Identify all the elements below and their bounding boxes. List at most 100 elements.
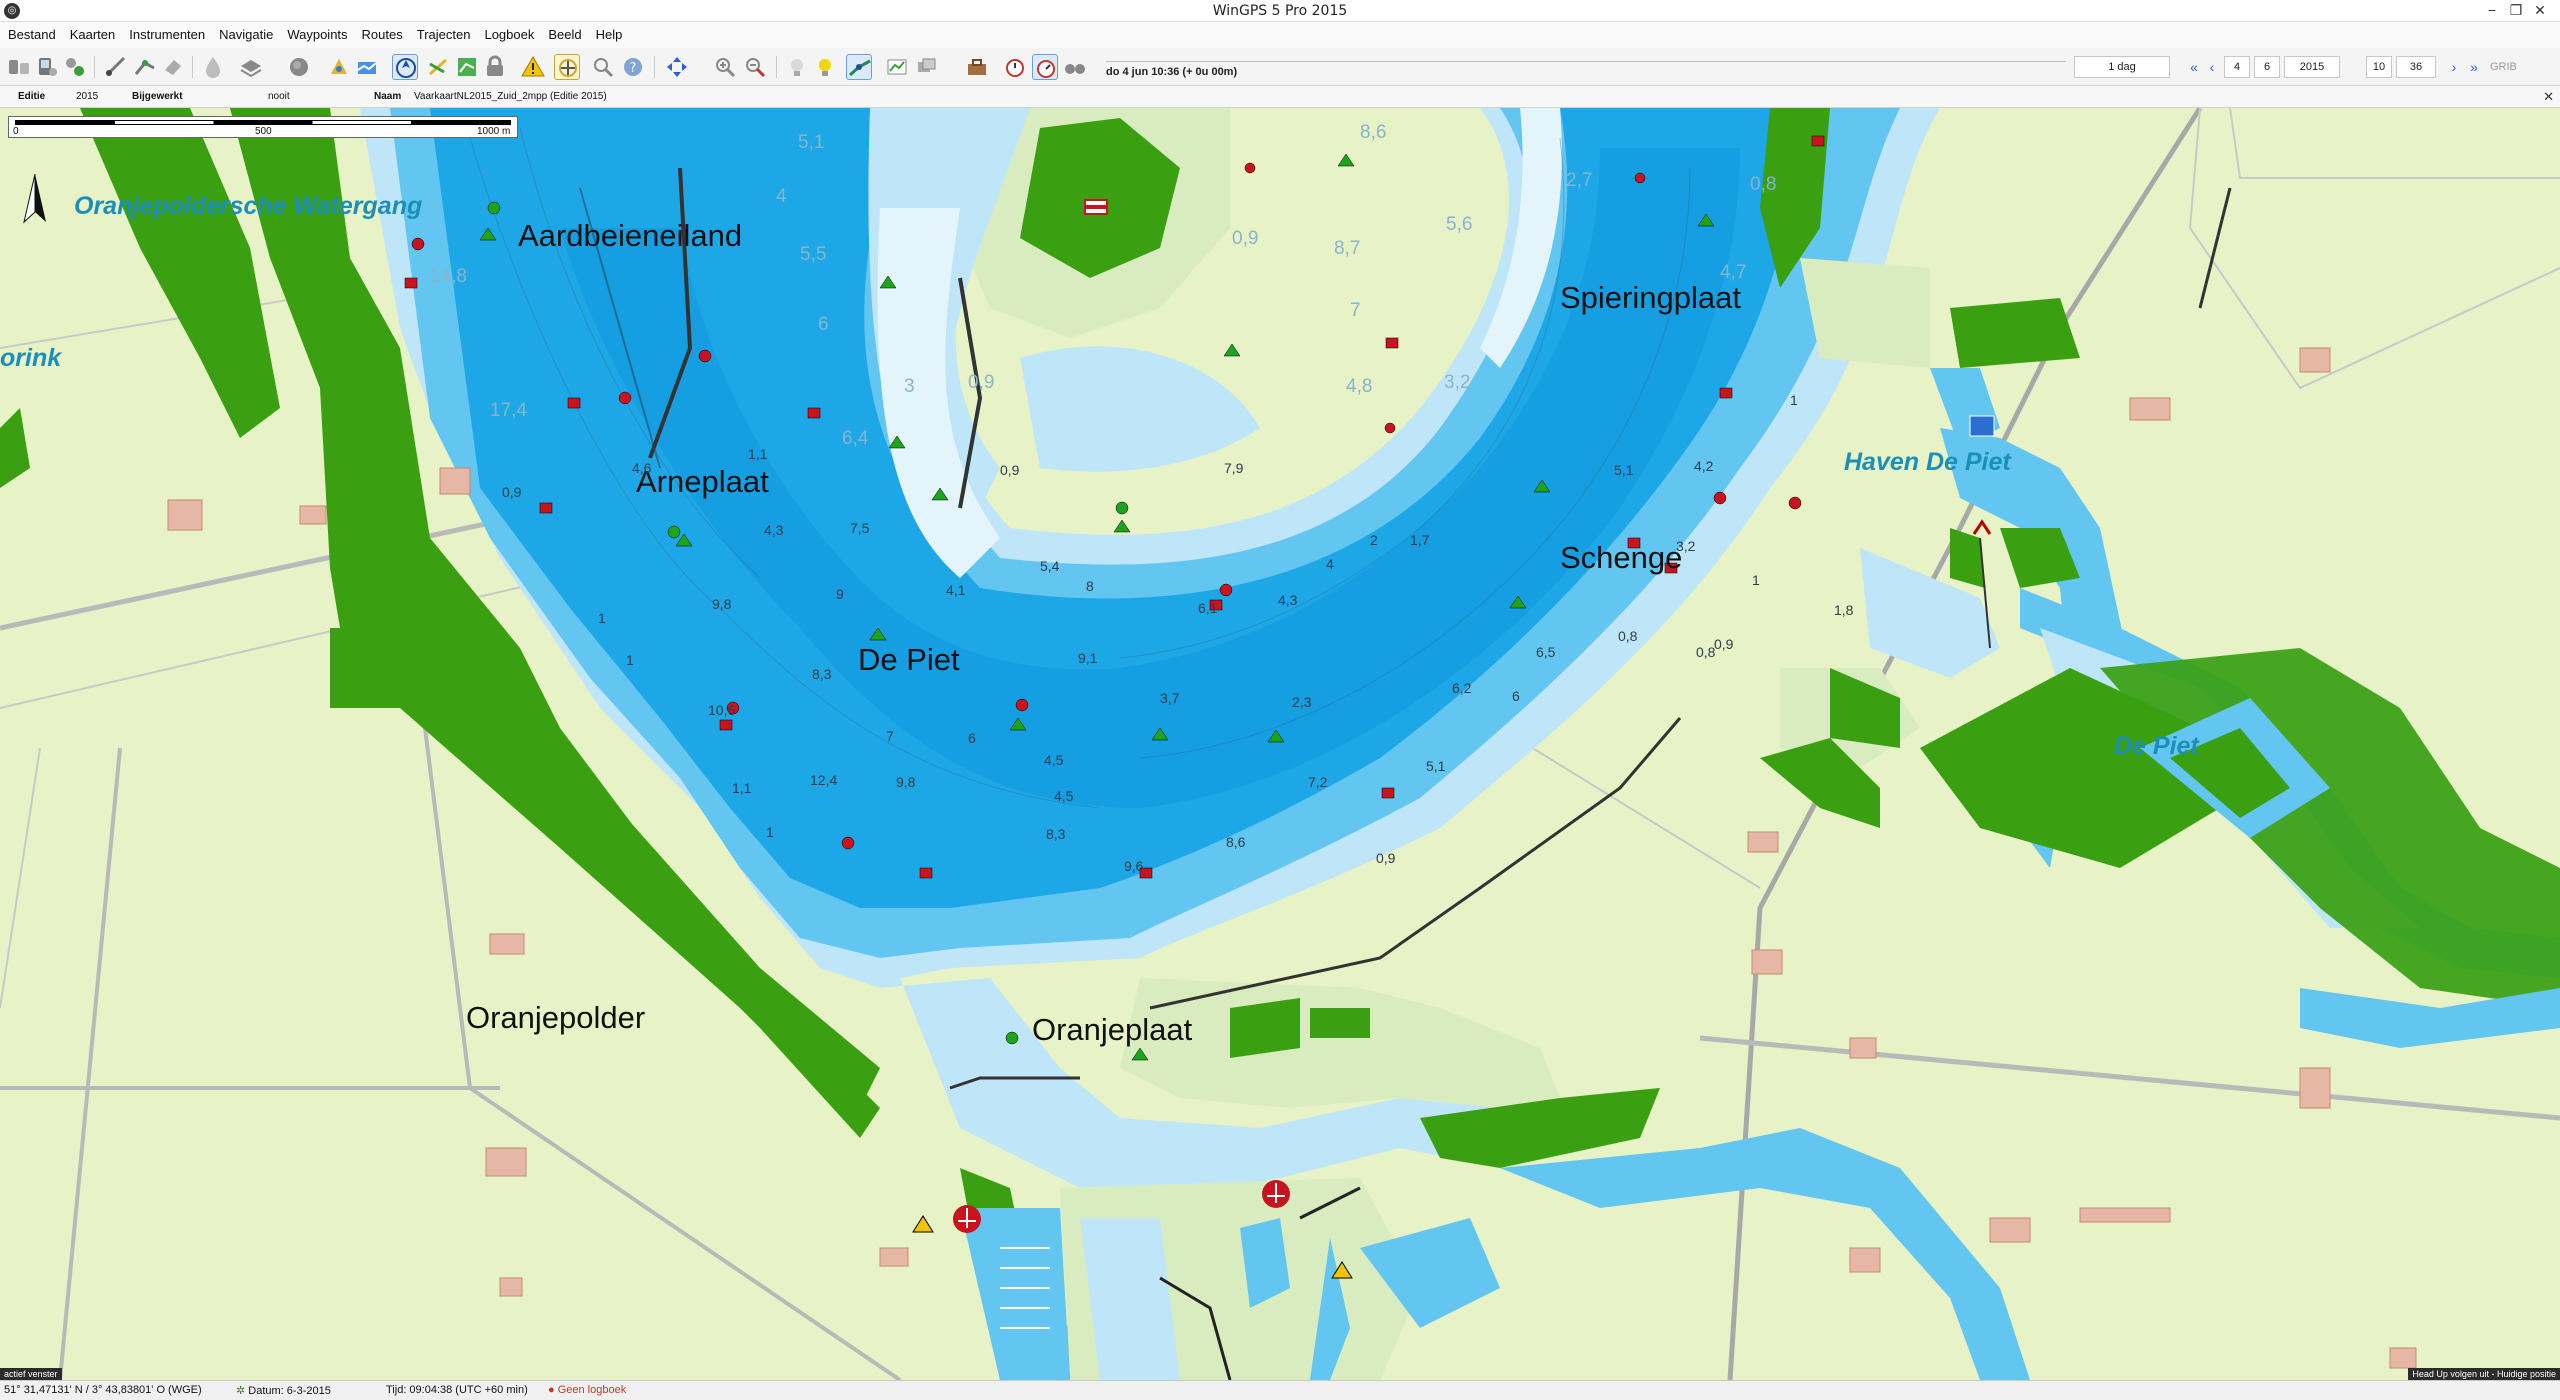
menu-navigatie[interactable]: Navigatie bbox=[212, 22, 280, 48]
route-tool-icon[interactable] bbox=[132, 54, 158, 80]
depth-sounding: 0,8 bbox=[1696, 644, 1716, 660]
search-icon[interactable] bbox=[590, 54, 616, 80]
depth-sounding: 14,8 bbox=[430, 266, 467, 287]
svg-text:?: ? bbox=[630, 61, 637, 76]
charts-icon[interactable] bbox=[238, 54, 264, 80]
light-on-icon[interactable] bbox=[812, 54, 838, 80]
menu-trajecten[interactable]: Trajecten bbox=[410, 22, 478, 48]
month-field[interactable]: 6 bbox=[2254, 56, 2280, 78]
depth-sounding: 4 bbox=[776, 186, 787, 207]
time-slider[interactable] bbox=[1106, 54, 2066, 62]
depth-sounding: 10,6 bbox=[708, 702, 736, 718]
zoom-in-icon[interactable] bbox=[712, 54, 738, 80]
depth-sounding: 5,5 bbox=[800, 244, 827, 265]
lock-icon[interactable] bbox=[482, 54, 508, 80]
depth-sounding: 1,1 bbox=[732, 780, 752, 796]
depth-sounding: 0,9 bbox=[1232, 228, 1259, 249]
scale-mid: 500 bbox=[255, 126, 272, 137]
instruments-icon[interactable] bbox=[6, 54, 32, 80]
graph-icon[interactable] bbox=[884, 54, 910, 80]
depth-sounding: 9,8 bbox=[712, 596, 732, 612]
grib-button[interactable]: GRIB bbox=[2490, 61, 2517, 73]
menu-instrumenten[interactable]: Instrumenten bbox=[122, 22, 212, 48]
depth-sounding: 8,7 bbox=[1334, 238, 1361, 259]
depth-sounding: 9,1 bbox=[1078, 650, 1098, 666]
depth-sounding: 6,1 bbox=[1198, 600, 1218, 616]
toolbox-icon[interactable] bbox=[964, 54, 990, 80]
depth-sounding: 6,2 bbox=[1452, 680, 1472, 696]
depth-sounding: 5,4 bbox=[1040, 558, 1060, 574]
label-aardbeieneiland: Aardbeieneiland bbox=[518, 218, 743, 253]
waypoint-icon[interactable] bbox=[326, 54, 352, 80]
depth-sounding: 7 bbox=[886, 728, 894, 744]
window-title: WinGPS 5 Pro 2015 bbox=[1212, 3, 1348, 19]
menu-bestand[interactable]: Bestand bbox=[0, 22, 63, 48]
menu-beeld[interactable]: Beeld bbox=[541, 22, 588, 48]
edition-label: Editie bbox=[18, 91, 46, 102]
depth-sounding: 5,1 bbox=[1614, 462, 1634, 478]
chartbar-close-icon[interactable]: ✕ bbox=[2543, 89, 2554, 105]
hour-field[interactable]: 10 bbox=[2366, 56, 2392, 78]
first-icon[interactable]: « bbox=[2186, 56, 2202, 78]
zoom-out-icon[interactable] bbox=[742, 54, 768, 80]
north-up-icon[interactable] bbox=[392, 54, 418, 80]
menu-waypoints[interactable]: Waypoints bbox=[280, 22, 354, 48]
chart-info-bar: Editie 2015 Bijgewerkt nooit Naam Vaarka… bbox=[0, 86, 2560, 108]
previous-icon[interactable]: ‹ bbox=[2204, 56, 2220, 78]
depth-sounding: 4,2 bbox=[1694, 458, 1714, 474]
light-off-icon[interactable] bbox=[784, 54, 810, 80]
menu-kaarten[interactable]: Kaarten bbox=[63, 22, 123, 48]
logbook-icon: ● bbox=[548, 1384, 558, 1396]
pan-icon[interactable] bbox=[664, 54, 690, 80]
label-de-piet-water: De Piet bbox=[2114, 732, 2199, 760]
label-arneplaat: Arneplaat bbox=[636, 464, 769, 499]
track-log-icon[interactable] bbox=[454, 54, 480, 80]
depth-sounding: 4 bbox=[1326, 556, 1334, 572]
gps-device-icon[interactable] bbox=[34, 54, 60, 80]
depth-sounding: 6 bbox=[968, 730, 976, 746]
stopwatch-icon[interactable] bbox=[1002, 54, 1028, 80]
timer-icon[interactable] bbox=[1032, 54, 1058, 80]
depth-sounding: 6,5 bbox=[1536, 644, 1556, 660]
depth-sounding: 4,5 bbox=[1054, 788, 1074, 804]
depth-sounding: 17,4 bbox=[490, 400, 527, 421]
name-label: Naam bbox=[374, 91, 402, 102]
minute-field[interactable]: 36 bbox=[2396, 56, 2436, 78]
depth-sounding: 4,7 bbox=[1720, 262, 1747, 283]
measure-icon[interactable] bbox=[104, 54, 130, 80]
depth-sounding: 5,6 bbox=[1446, 214, 1473, 235]
menu-help[interactable]: Help bbox=[589, 22, 630, 48]
tide-icon[interactable] bbox=[200, 54, 226, 80]
track-icon[interactable] bbox=[354, 54, 380, 80]
layers-icon[interactable] bbox=[914, 54, 940, 80]
depth-sounding: 0,9 bbox=[968, 372, 995, 393]
depth-sounding: 3,2 bbox=[1444, 372, 1471, 393]
globe-icon[interactable] bbox=[286, 54, 312, 80]
depth-sounding: 4,8 bbox=[1346, 376, 1373, 397]
time-readout: Tijd: 09:04:38 (UTC +60 min) bbox=[386, 1384, 528, 1396]
logbook-status[interactable]: ● Geen logboek bbox=[548, 1384, 626, 1396]
last-icon[interactable]: » bbox=[2466, 56, 2482, 78]
autopilot-icon[interactable] bbox=[554, 54, 580, 80]
eraser-icon[interactable] bbox=[160, 54, 186, 80]
nautical-chart[interactable]: 0 500 1000 m Aardbeieneiland Spieringpla… bbox=[0, 108, 2560, 1380]
connect-icon[interactable] bbox=[62, 54, 88, 80]
depth-sounding: 3 bbox=[904, 376, 915, 397]
route-edit-icon[interactable] bbox=[426, 54, 452, 80]
warning-icon[interactable] bbox=[520, 54, 546, 80]
menu-logboek[interactable]: Logboek bbox=[477, 22, 541, 48]
year-field[interactable]: 2015 bbox=[2284, 56, 2340, 78]
close-button[interactable]: ✕ bbox=[2518, 0, 2560, 22]
help-icon[interactable]: ? bbox=[620, 54, 646, 80]
course-line-icon[interactable] bbox=[846, 54, 872, 80]
next-icon[interactable]: › bbox=[2446, 56, 2462, 78]
day-field[interactable]: 4 bbox=[2224, 56, 2250, 78]
scale-end: 1000 m bbox=[477, 126, 511, 137]
period-select[interactable]: 1 dag bbox=[2074, 56, 2170, 78]
depth-sounding: 7,2 bbox=[1308, 774, 1328, 790]
binoculars-icon[interactable] bbox=[1062, 54, 1088, 80]
depth-sounding: 9,6 bbox=[1124, 858, 1144, 874]
menu-routes[interactable]: Routes bbox=[355, 22, 410, 48]
depth-sounding: 7 bbox=[1350, 300, 1361, 321]
label-schenge: Schenge bbox=[1560, 540, 1683, 575]
